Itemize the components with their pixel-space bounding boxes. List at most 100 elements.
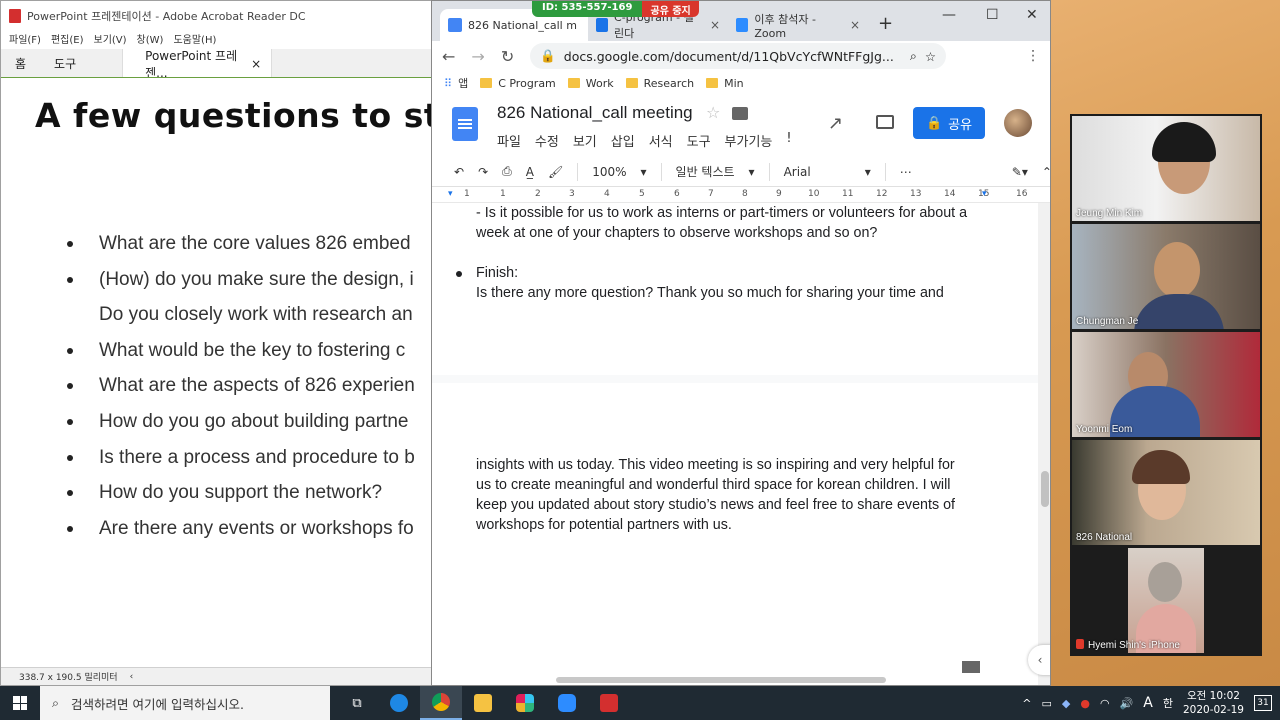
- taskbar-edge[interactable]: [378, 686, 420, 720]
- more-menu-icon[interactable]: ⋮: [1026, 48, 1040, 64]
- undo-icon[interactable]: ↶: [454, 165, 464, 179]
- menu-file[interactable]: 파일: [497, 131, 521, 150]
- tab-tools[interactable]: 도구: [40, 49, 90, 78]
- participant-tile[interactable]: Yoonmi Eom: [1072, 332, 1260, 437]
- ruler[interactable]: 1 1 2 3 4 5 6 7 8 9 10 11 12 13 14 15 ▾ …: [432, 187, 1050, 203]
- list-item: Are there any events or workshops fo: [67, 511, 415, 547]
- document-page[interactable]: - Is it possible for us to work as inter…: [432, 203, 1038, 375]
- menu-edit[interactable]: 수정: [535, 131, 559, 150]
- menu-tools[interactable]: 도구: [687, 131, 711, 150]
- spellcheck-icon[interactable]: A̲: [526, 165, 534, 179]
- redo-icon[interactable]: ↷: [478, 165, 488, 179]
- bookmark-cprogram[interactable]: C Program: [480, 77, 556, 90]
- activity-trend-icon[interactable]: ↗: [828, 113, 843, 134]
- taskbar-zoom[interactable]: [546, 686, 588, 720]
- paint-format-icon[interactable]: 🖌: [548, 165, 563, 179]
- explore-icon[interactable]: [962, 661, 980, 673]
- taskbar-acrobat[interactable]: [588, 686, 630, 720]
- scroll-left-icon[interactable]: ‹: [130, 672, 134, 682]
- move-folder-icon[interactable]: [732, 107, 748, 120]
- right-indent-marker[interactable]: ▾: [982, 189, 987, 199]
- menu-format[interactable]: 서식: [649, 131, 673, 150]
- star-icon[interactable]: ☆: [706, 103, 720, 122]
- task-view-button[interactable]: ⧉: [336, 686, 378, 720]
- show-hidden-icons[interactable]: ^: [1022, 697, 1031, 710]
- close-icon[interactable]: ×: [710, 18, 720, 32]
- vertical-scrollbar[interactable]: [1038, 203, 1050, 685]
- language-indicator[interactable]: 한: [1163, 695, 1173, 711]
- folder-icon: [480, 78, 493, 88]
- close-icon[interactable]: ×: [251, 57, 261, 71]
- new-tab-button[interactable]: +: [878, 13, 893, 34]
- menu-help[interactable]: 도움말(H): [173, 31, 216, 47]
- font-select[interactable]: Arial ▾: [784, 165, 871, 179]
- menu-help[interactable]: !: [786, 131, 791, 150]
- menu-file[interactable]: 파일(F): [9, 31, 41, 47]
- taskbar-explorer[interactable]: [462, 686, 504, 720]
- start-button[interactable]: [0, 686, 40, 720]
- close-icon[interactable]: ×: [850, 18, 860, 32]
- participant-tile[interactable]: 826 National: [1072, 440, 1260, 545]
- editing-mode-icon[interactable]: ✎▾: [1012, 165, 1028, 179]
- close-window-icon[interactable]: ✕: [1026, 7, 1038, 23]
- document-page[interactable]: insights with us today. This video meeti…: [432, 383, 1038, 685]
- print-icon[interactable]: ⎙: [502, 164, 512, 179]
- bookmark-apps[interactable]: ⠿ 앱: [444, 75, 468, 91]
- edge-icon: [390, 694, 408, 712]
- slide-title: A few questions to st: [35, 96, 431, 135]
- battery-icon[interactable]: ▭: [1041, 697, 1051, 710]
- menu-addons[interactable]: 부가기능: [725, 131, 773, 150]
- more-icon[interactable]: ⋯: [900, 165, 912, 179]
- scrollbar-thumb[interactable]: [1041, 471, 1049, 507]
- side-panel-toggle[interactable]: ‹: [1028, 645, 1050, 675]
- taskbar-search-input[interactable]: ⌕ 검색하려면 여기에 입력하십시오.: [40, 686, 330, 720]
- maximize-icon[interactable]: ☐: [986, 7, 999, 23]
- wifi-icon[interactable]: ◠: [1100, 697, 1110, 710]
- menu-view[interactable]: 보기: [573, 131, 597, 150]
- comment-icon[interactable]: [876, 115, 894, 129]
- list-item: (How) do you make sure the design, i: [67, 262, 415, 298]
- menu-edit[interactable]: 편집(E): [51, 31, 84, 47]
- share-button[interactable]: 🔒 공유: [913, 107, 985, 139]
- stop-share-button[interactable]: 공유 중지: [642, 1, 699, 17]
- avatar[interactable]: [1004, 109, 1032, 137]
- participant-tile[interactable]: Jeung Min Kim: [1072, 116, 1260, 221]
- left-indent-marker[interactable]: ▾: [448, 189, 453, 199]
- taskbar-slack[interactable]: [504, 686, 546, 720]
- bookmark-research[interactable]: Research: [625, 77, 694, 90]
- participant-tile[interactable]: Hyemi Shin's iPhone: [1072, 548, 1260, 653]
- clock-date: 2020-02-19: [1182, 704, 1244, 716]
- tab-zoom[interactable]: 이후 참석자 - Zoom ×: [728, 9, 868, 41]
- menu-window[interactable]: 창(W): [137, 31, 164, 47]
- reload-icon[interactable]: ↻: [501, 47, 514, 66]
- zoom-select[interactable]: 100% ▾: [592, 165, 646, 179]
- volume-icon[interactable]: 🔊: [1120, 697, 1134, 710]
- collapse-menus-icon[interactable]: ⌃: [1042, 165, 1050, 179]
- menu-view[interactable]: 보기(V): [94, 31, 127, 47]
- document-title[interactable]: 826 National_call meeting: [497, 103, 693, 123]
- system-clock[interactable]: 오전 10:02 2020-02-19: [1183, 689, 1244, 717]
- tab-home[interactable]: 홈: [1, 49, 40, 78]
- ime-mode[interactable]: A: [1143, 695, 1153, 711]
- taskbar-chrome[interactable]: [420, 686, 462, 720]
- zoom-tray-icon[interactable]: ●: [1080, 697, 1090, 710]
- zoom-lens-icon[interactable]: ⌕: [910, 48, 917, 64]
- bookmark-star-icon[interactable]: ☆: [925, 49, 936, 64]
- forward-icon[interactable]: →: [471, 47, 484, 66]
- docs-logo-icon[interactable]: [452, 107, 478, 141]
- participant-tile[interactable]: Chungman Je: [1072, 224, 1260, 329]
- participant-name: Yoonmi Eom: [1076, 424, 1133, 435]
- chevron-down-icon: ▾: [864, 164, 871, 179]
- document-canvas[interactable]: - Is it possible for us to work as inter…: [432, 203, 1038, 685]
- address-bar[interactable]: 🔒 docs.google.com/document/d/11QbVcYcfWN…: [530, 43, 947, 69]
- bookmark-work[interactable]: Work: [567, 77, 614, 90]
- dropbox-icon[interactable]: ◆: [1062, 697, 1070, 710]
- bookmark-min[interactable]: Min: [706, 77, 744, 90]
- minimize-icon[interactable]: —: [942, 7, 956, 23]
- notification-center-button[interactable]: 31: [1254, 695, 1272, 711]
- paragraph-style-select[interactable]: 일반 텍스트 ▾: [676, 163, 755, 180]
- back-icon[interactable]: ←: [442, 47, 455, 66]
- horizontal-scrollbar[interactable]: [556, 677, 886, 683]
- tab-document[interactable]: PowerPoint 프레젠... ×: [122, 49, 273, 80]
- menu-insert[interactable]: 삽입: [611, 131, 635, 150]
